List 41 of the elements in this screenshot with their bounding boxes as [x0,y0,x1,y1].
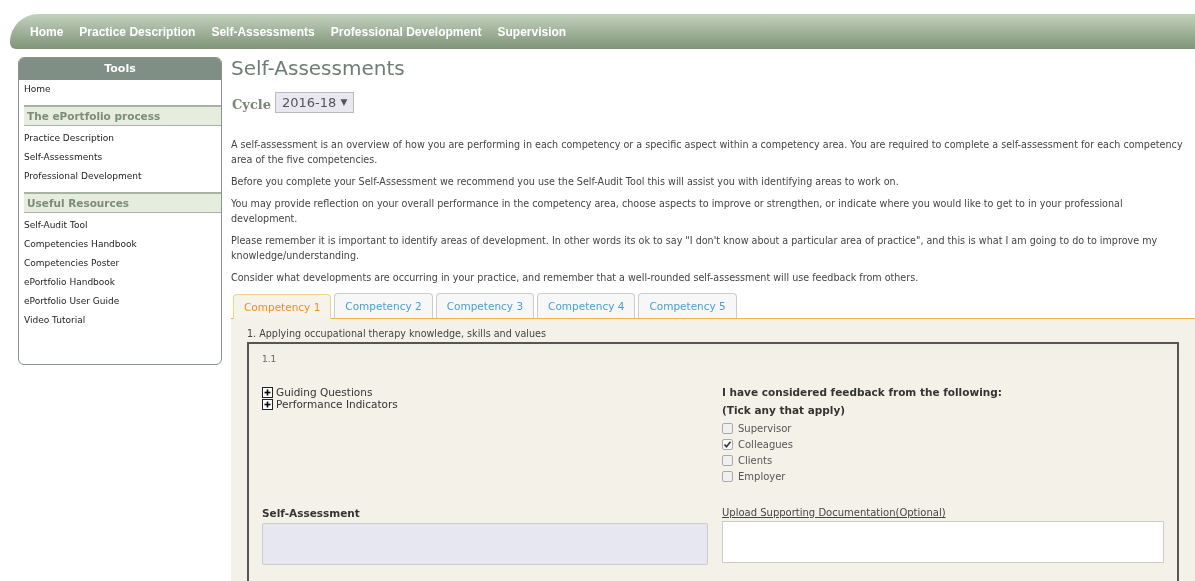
competency-number: 1.1 [262,354,278,364]
cycle-dropdown[interactable]: 2016-18 $^{▼}$ [275,92,355,113]
checkbox-label: Supervisor [738,422,792,434]
intro-paragraph: Please remember it is important to identify areas of development. In other words its ok to say "I don't know about a particular area of practice", and this is what I am going to do to improve my knowledge/understanding. [231,234,1159,263]
intro-paragraph: Before you complete your Self-Assessment we recommend you use the Self-Audit Tool this will assist you with identifying areas to work on. [231,175,900,189]
sidebar-item[interactable]: Self-Assessments [19,148,221,167]
checkbox[interactable] [722,470,733,482]
intro-paragraph: Consider what developments are occurring in your practice, and remember that a well-rounded self-assessment will use feedback from others. [231,271,920,285]
intro-paragraph: You may provide reflection on your overall performance in the competency area, choose aspects to improve or strengthen, or indicate where you would like to get to in your professional development. [231,197,1124,226]
expander-label: Guiding Questions [276,386,373,398]
feedback-title: I have considered feedback from the following: [722,386,1003,398]
self-assessment-label: Self-Assessment [262,507,361,519]
page-title: Self-Assessments [231,56,406,80]
checkbox[interactable] [722,438,733,450]
expander-toggle[interactable]: Guiding Questions [262,386,708,398]
sidebar-item[interactable]: Home [19,80,221,99]
feedback-hint: (Tick any that apply) [722,404,847,416]
checkbox[interactable] [722,422,733,434]
upload-field[interactable] [722,521,1164,563]
sidebar-item[interactable]: Self-Audit Tool [19,216,221,235]
expander-label: Performance Indicators [276,398,398,410]
sidebar-item[interactable]: ePortfolio Handbook [19,273,221,292]
self-assessment-field[interactable] [262,523,708,565]
sidebar-section-heading: Useful Resources [24,192,221,213]
checkbox[interactable] [722,454,733,466]
competency-heading: 1. Applying occupational therapy knowledge, skills and values [247,328,547,339]
sidebar-title: Tools [19,58,221,80]
checkbox-label: Clients [738,454,773,466]
sidebar-section-heading: The ePortfolio process [24,105,221,126]
sidebar-item[interactable]: Competencies Poster [19,254,221,273]
intro-paragraph: A self-assessment is an overview of how you are performing in each competency or a specific aspect within a competency area. You are required to complete a self-assessment for each competency area of the five competencies. [231,138,1184,167]
checkbox-label: Employer [738,470,786,482]
upload-link[interactable]: Upload Supporting Documentation(Optional) [722,507,1164,518]
sidebar-item[interactable]: ePortfolio User Guide [19,292,221,311]
sidebar-item[interactable]: Competencies Handbook [19,235,221,254]
sidebar-item[interactable]: Professional Development [19,167,221,186]
checkbox-label: Colleagues [738,438,793,450]
sidebar-item[interactable]: Practice Description [19,129,221,148]
sidebar-item[interactable]: Video Tutorial [19,311,221,330]
expander-toggle[interactable]: Performance Indicators [262,398,708,410]
cycle-label: Cycle [232,97,272,112]
